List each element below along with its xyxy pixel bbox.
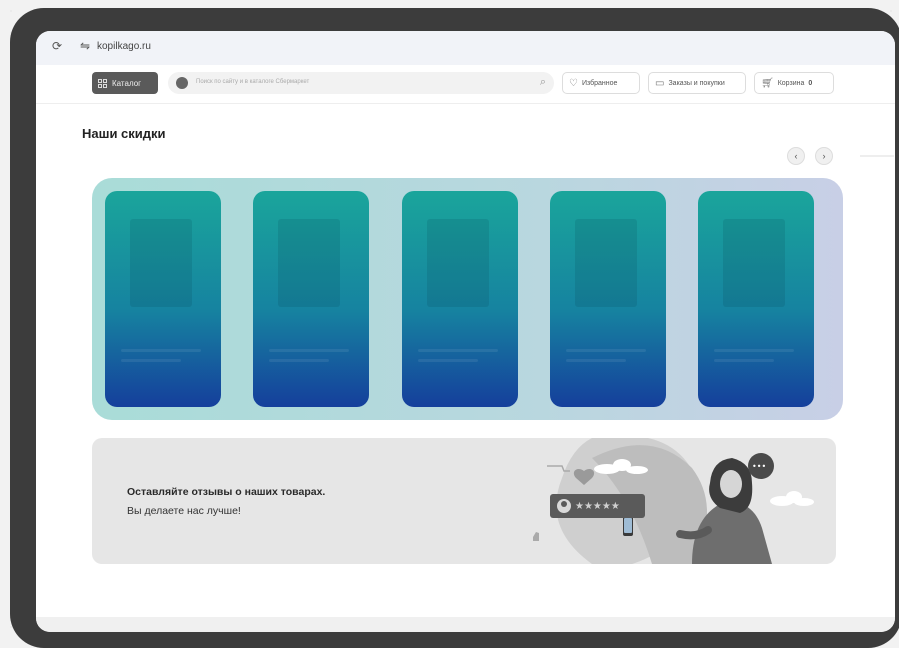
tune-icon[interactable]: ⇋ [80, 39, 90, 53]
review-illustration: ★★★★★ ••• [533, 438, 814, 564]
cart-label: Корзина [777, 79, 805, 87]
discount-carousel [92, 178, 843, 420]
card-text-line [566, 349, 646, 352]
cloud-icon [770, 491, 814, 506]
favorites-label: Избранное [581, 79, 618, 87]
product-image [130, 219, 192, 307]
discount-card[interactable] [550, 191, 666, 407]
discount-card[interactable] [105, 191, 221, 407]
product-image [278, 219, 340, 307]
card-text-line [121, 359, 181, 362]
browser-address-bar: ⟳ ⇋ kopilkago.ru [36, 31, 895, 65]
card-text-line [121, 349, 201, 352]
browser-screen: ⟳ ⇋ kopilkago.ru Каталог Поиск по сайту … [36, 31, 895, 632]
search-logo-icon [176, 77, 188, 89]
grid-icon [98, 78, 107, 88]
search-placeholder: Поиск по сайту и в каталоге Сбермаркет [196, 79, 310, 85]
search-input[interactable]: Поиск по сайту и в каталоге Сбермаркет ⌕ [168, 72, 554, 94]
catalog-button[interactable]: Каталог [92, 72, 158, 94]
orders-button[interactable]: ▭ Заказы и покупки [648, 72, 746, 94]
tablet-frame: ⟳ ⇋ kopilkago.ru Каталог Поиск по сайту … [10, 8, 899, 648]
chat-dots: ••• [752, 462, 766, 471]
orders-label: Заказы и покупки [668, 79, 725, 87]
page-title: Наши скидки [82, 126, 166, 141]
url-text[interactable]: kopilkago.ru [97, 41, 151, 52]
card-text-line [714, 359, 774, 362]
discount-card[interactable] [253, 191, 369, 407]
card-text-line [418, 349, 498, 352]
search-icon[interactable]: ⌕ [540, 76, 546, 89]
product-image [427, 219, 489, 307]
card-text-line [714, 349, 794, 352]
review-banner[interactable]: Оставляйте отзывы о наших товарах. Вы де… [92, 438, 836, 564]
catalog-label: Каталог [112, 78, 142, 88]
heart-icon: ♡ [569, 77, 578, 89]
carousel-next-button[interactable]: › [815, 147, 833, 165]
cart-icon: 🛒︎ [761, 77, 774, 89]
card-text-line [418, 359, 478, 362]
card-text-line [269, 349, 349, 352]
rating-stars: ★★★★★ [575, 501, 620, 512]
carousel-prev-button[interactable]: ‹ [787, 147, 805, 165]
discount-card[interactable] [402, 191, 518, 407]
orders-icon: ▭ [655, 77, 665, 89]
person-face [720, 470, 742, 498]
cart-button[interactable]: 🛒︎ Корзина 0 [754, 72, 834, 94]
thumbs-up-icon [533, 532, 539, 541]
favorites-button[interactable]: ♡ Избранное [562, 72, 640, 94]
divider [860, 155, 894, 157]
product-image [575, 219, 637, 307]
page-footer [36, 617, 895, 632]
card-text-line [269, 359, 329, 362]
reload-icon[interactable]: ⟳ [52, 39, 62, 53]
site-header: Каталог Поиск по сайту и в каталоге Сбер… [36, 65, 895, 104]
card-text-line [566, 359, 626, 362]
cart-count: 0 [808, 79, 813, 87]
discount-card[interactable] [698, 191, 814, 407]
product-image [723, 219, 785, 307]
